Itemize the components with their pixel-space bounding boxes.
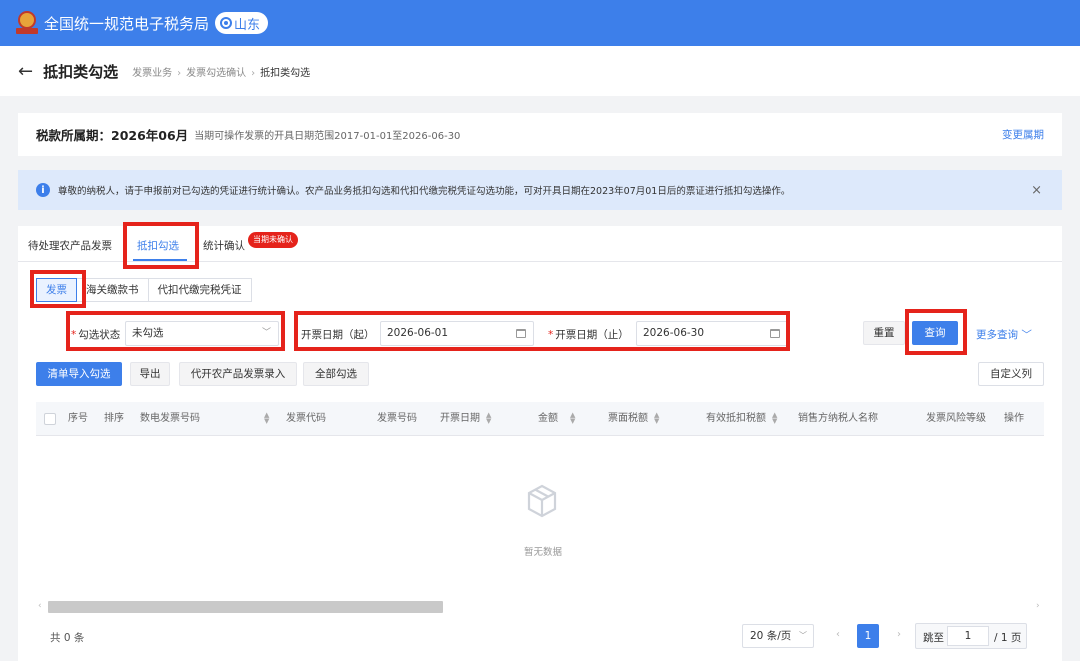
tab-deduction-select[interactable]: 抵扣勾选 [137,238,179,253]
main-panel: 待处理农产品发票 抵扣勾选 统计确认 当期未确认 发票 海关缴款书 代扣代缴完税… [18,226,1062,661]
chevron-down-icon: ﹀ [261,328,271,338]
col-operation: 操作 [1004,413,1024,424]
sort-icon: ▲ ▼ [486,411,492,425]
col-index: 序号 [68,413,88,424]
unconfirmed-badge: 当期未确认 [248,232,298,248]
breadcrumb-current: 抵扣类勾选 [260,67,311,79]
select-all-button[interactable]: 全部勾选 [303,362,369,386]
page-size-value: 20 条/页 [750,630,792,642]
col-risk-level: 发票风险等级 [926,413,986,424]
sort-icon: ▲ ▼ [264,411,270,425]
document-type-tabs: 发票 海关缴款书 代扣代缴完税凭证 [36,278,252,302]
col-digital-invoice-no[interactable]: 数电发票号码 ▲ ▼ [140,402,269,436]
col-order: 排序 [104,413,124,424]
col-effective-deductible-tax[interactable]: 有效抵扣税额 ▲ ▼ [706,402,777,436]
start-date-value: 2026-06-01 [387,327,449,339]
breadcrumb-item[interactable]: 发票勾选确认 [186,68,246,79]
scrollbar-thumb[interactable] [48,601,443,613]
end-date-value: 2026-06-30 [643,327,705,339]
reset-button[interactable]: 重置 [863,321,905,345]
table-header: 序号 排序 数电发票号码 ▲ ▼ 发票代码 发票号码 开票日期 ▲ ▼ 金额 ▲ ▼ 票面税… [36,402,1044,436]
subtab-customs-payment[interactable]: 海关缴款书 [77,278,149,302]
empty-box-icon [527,484,557,518]
region-selector[interactable]: 山东 [215,12,269,34]
tax-period-card: 税款所属期：2026年06月 当期可操作发票的开具日期范围2017-01-01至… [18,113,1062,156]
breadcrumb-chevron-icon: › [251,67,256,79]
status-select-value: 未勾选 [132,327,164,339]
app-title: 全国统一规范电子税务局 [44,14,210,33]
close-icon[interactable]: × [1031,183,1042,198]
end-date-input[interactable]: 2026-06-30 [636,321,788,346]
tax-period-note: 当期可操作发票的开具日期范围2017-01-01至2026-06-30 [194,131,461,142]
next-page-icon[interactable]: › [897,629,901,640]
query-button[interactable]: 查询 [912,321,958,345]
col-invoice-code: 发票代码 [286,413,326,424]
col-issue-date[interactable]: 开票日期 ▲ ▼ [440,402,491,436]
sort-icon: ▲ ▼ [654,411,660,425]
page-size-select[interactable]: 20 条/页 ﹀ [742,624,814,648]
tab-statistics-confirm[interactable]: 统计确认 [203,238,245,253]
region-label: 山东 [234,17,261,33]
info-icon: i [36,183,50,197]
export-button[interactable]: 导出 [130,362,170,386]
col-face-tax[interactable]: 票面税额 ▲ ▼ [608,402,659,436]
end-date-label: * 开票日期（止） [548,329,629,341]
scroll-right-icon[interactable]: › [1036,601,1040,611]
more-query-link[interactable]: 更多查询 ﹀ [976,327,1032,342]
location-pin-icon [220,17,233,29]
page-header: ← 抵扣类勾选 发票业务 › 发票勾选确认 › 抵扣类勾选 [0,46,1080,96]
tax-period-label: 税款所属期：2026年06月 [36,128,189,143]
col-seller-name: 销售方纳税人名称 [798,413,878,424]
breadcrumb-item[interactable]: 发票业务 [132,68,172,79]
change-period-link[interactable]: 变更属期 [1002,127,1044,142]
notice-banner: i 尊敬的纳税人，请于申报前对已勾选的凭证进行统计确认。农产品业务抵扣勾选和代扣… [18,170,1062,210]
active-tab-indicator [133,259,187,261]
prev-page-icon[interactable]: ‹ [836,629,840,640]
status-filter-label: * 勾选状态 [71,329,121,341]
jump-page-input[interactable]: 1 [947,626,989,646]
custom-columns-button[interactable]: 自定义列 [978,362,1044,386]
calendar-icon [770,329,780,338]
current-page-button[interactable]: 1 [857,624,879,648]
notice-text: 尊敬的纳税人，请于申报前对已勾选的凭证进行统计确认。农产品业务抵扣勾选和代扣代缴… [58,186,791,197]
tab-bar: 待处理农产品发票 抵扣勾选 统计确认 当期未确认 [18,226,1062,262]
total-count: 共 0 条 [50,632,85,644]
breadcrumb-chevron-icon: › [177,67,182,79]
page-title: 抵扣类勾选 [43,62,119,81]
status-select[interactable]: 未勾选 ﹀ [125,321,279,346]
calendar-icon [516,329,526,338]
start-date-label: 开票日期（起） [301,329,375,341]
col-invoice-no: 发票号码 [377,413,417,424]
horizontal-scrollbar[interactable] [48,601,1038,613]
agri-invoice-entry-button[interactable]: 代开农产品发票录入 [179,362,297,386]
subtab-invoice[interactable]: 发票 [36,278,77,302]
import-select-button[interactable]: 清单导入勾选 [36,362,122,386]
col-amount[interactable]: 金额 ▲ ▼ [538,402,575,436]
top-bar: 全国统一规范电子税务局 山东 [0,0,1080,46]
empty-state-text: 暂无数据 [523,547,562,558]
select-all-checkbox[interactable] [44,413,56,425]
chevron-down-icon: ﹀ [799,631,807,640]
jump-label: 跳至 [923,632,944,644]
tab-pending-agri-invoices[interactable]: 待处理农产品发票 [28,238,112,253]
start-date-input[interactable]: 2026-06-01 [380,321,534,346]
subtab-withholding-certificate[interactable]: 代扣代缴完税凭证 [148,278,252,302]
sort-icon: ▲ ▼ [772,411,778,425]
back-arrow-icon[interactable]: ← [18,61,33,82]
tax-bureau-emblem-icon [16,11,38,35]
chevron-down-icon: ﹀ [1021,329,1032,341]
scroll-left-icon[interactable]: ‹ [38,601,42,611]
total-pages: / 1 页 [994,632,1022,644]
breadcrumb: 发票业务 › 发票勾选确认 › 抵扣类勾选 [132,64,310,79]
sort-icon: ▲ ▼ [570,411,576,425]
